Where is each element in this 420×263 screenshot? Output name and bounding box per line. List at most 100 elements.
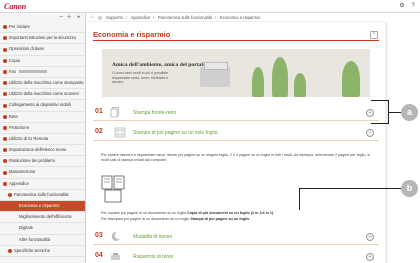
- section-multi-page[interactable]: 02 Stampa di più pagine su un solo fogli…: [93, 125, 379, 141]
- expand-toggle-icon[interactable]: +: [366, 233, 374, 241]
- bullet-icon: [3, 181, 7, 186]
- content-scrollbar[interactable]: [385, 22, 388, 263]
- print-line: Per stampare più pagine di un documento …: [101, 217, 381, 222]
- sidebar-tools: − + ◂: [0, 13, 85, 22]
- duplex-page-icon: [110, 107, 119, 118]
- sidebar-item-label: Panoramica sulle funzionalità: [14, 191, 69, 197]
- callout-b-line: [299, 188, 300, 210]
- copy-line: Per copiare più pagine di un documento s…: [101, 211, 381, 216]
- breadcrumb-item[interactable]: Panoramica sulle funzionalità: [158, 15, 212, 20]
- collapse-all-icon[interactable]: −: [59, 14, 63, 21]
- section-title[interactable]: Risparmio di toner: [133, 254, 174, 260]
- bullet-icon: [8, 193, 12, 197]
- sidebar-item[interactable]: Collegamento ai dispositivi mobili: [0, 100, 85, 112]
- sidebar-item-label: Collegamento ai dispositivi mobili: [9, 102, 71, 108]
- callout-a-line: [389, 112, 401, 113]
- bullet-icon: [3, 103, 7, 108]
- sidebar-item[interactable]: Appendice: [0, 179, 85, 190]
- sidebar-item[interactable]: Rete: [0, 112, 85, 123]
- breadcrumb-item[interactable]: Appendice: [130, 15, 150, 20]
- sidebar-item[interactable]: Utilizzo della macchina come stampante: [0, 78, 85, 90]
- section-title[interactable]: Modalità di riposo: [133, 234, 172, 240]
- section-title[interactable]: Stampa di più pagine su un solo foglio: [133, 130, 218, 136]
- bullet-icon: [3, 137, 7, 142]
- sidebar-item-label: Altre funzionalità: [19, 236, 50, 242]
- sidebar-item[interactable]: Miglioramento dell'efficienza: [0, 212, 85, 224]
- sidebar-item[interactable]: Utilizzo di IU Remota: [0, 134, 85, 146]
- sidebar-item[interactable]: Protezione: [0, 123, 85, 134]
- sidebar-item[interactable]: Copia: [0, 56, 85, 67]
- tree-illustration: [252, 67, 264, 97]
- collapse-toggle-icon[interactable]: −: [366, 129, 374, 137]
- copy-link[interactable]: Copia di più documenti su un foglio (2 i…: [187, 211, 273, 215]
- sidebar-item[interactable]: Importanti istruzioni per la sicurezza: [0, 33, 85, 45]
- callout-a-marker: a: [401, 104, 418, 121]
- breadcrumb: Supporto > Appendice > Panoramica sulle fu…: [106, 15, 261, 20]
- section-number: 01: [95, 108, 103, 115]
- home-icon[interactable]: ⌂: [91, 14, 94, 20]
- sidebar-item[interactable]: Panoramica sulle funzionalità: [0, 190, 85, 201]
- sidebar-item-label: Utilizzo della macchina come scanner: [9, 91, 80, 97]
- expand-all-icon[interactable]: +: [67, 14, 71, 21]
- banner-subtitle: Ci sono tanti modi in cui è possibile ri…: [112, 71, 169, 85]
- multi-page-icon: [114, 127, 126, 138]
- section-duplex[interactable]: 01 Stampa fronte-retro +: [93, 105, 379, 121]
- section-sleep-mode[interactable]: 03 Modalità di riposo +: [93, 229, 379, 245]
- sidebar-item-label: Impostazione dell'elenco menu: [9, 147, 67, 153]
- section-description: Per inviare davvero a risparmiare carta,…: [101, 153, 371, 162]
- sidebar-item[interactable]: Impostazione dell'elenco menu: [0, 145, 85, 157]
- print-line-text: Per stampare più pagine di un documento …: [101, 217, 190, 221]
- sidebar-item-label: Fax: [9, 68, 16, 74]
- print-link[interactable]: Stampa di più pagine su un foglio: [190, 217, 249, 221]
- redacted-text: [18, 70, 47, 74]
- sidebar-item[interactable]: Economia e risparmio: [0, 201, 85, 213]
- sidebar-item-label: Digitale: [19, 225, 33, 231]
- breadcrumb-item: Economia e risparmio: [219, 15, 261, 20]
- sidebar-toggle-icon[interactable]: ◂: [77, 14, 80, 21]
- sidebar-item[interactable]: Fax: [0, 67, 85, 78]
- print-icon[interactable]: ▤: [98, 15, 102, 20]
- sidebar-item[interactable]: Risoluzione dei problemi: [0, 156, 85, 168]
- sidebar-item-label: Economia e risparmio: [19, 203, 60, 208]
- tree-illustration: [294, 73, 306, 97]
- banner: Amica dell'ambiente, amica del portafogl…: [102, 49, 370, 97]
- section-toner-saving[interactable]: 04 Risparmio di toner +: [93, 249, 379, 263]
- bullet-icon: [3, 92, 7, 97]
- moon-icon: [111, 231, 120, 241]
- help-icon[interactable]: ?: [409, 2, 417, 10]
- copy-line-text: Per copiare più pagine di un documento s…: [101, 211, 187, 215]
- bullet-icon: [8, 248, 12, 253]
- bullet-icon: [3, 58, 7, 63]
- sidebar-item-label: Per iniziare: [9, 24, 30, 29]
- top-bar: Canon ⚙ ?: [0, 0, 420, 13]
- breadcrumb-item[interactable]: Supporto: [106, 15, 123, 20]
- sidebar-item[interactable]: Altre funzionalità: [0, 235, 85, 246]
- sidebar-item[interactable]: Utilizzo della macchina come scanner: [0, 89, 85, 101]
- bullet-icon: [3, 36, 7, 41]
- section-number: 04: [95, 252, 103, 259]
- canon-logo: Canon: [4, 2, 27, 11]
- expand-toggle-icon[interactable]: +: [366, 253, 374, 261]
- sidebar-item-label: Importanti istruzioni per la sicurezza: [9, 35, 76, 41]
- sidebar-item[interactable]: Operazioni di base: [0, 44, 85, 56]
- callout-b-line: [299, 188, 401, 189]
- sidebar-item-label: Protezione: [9, 124, 30, 130]
- scroll-top-button[interactable]: ^: [370, 31, 378, 39]
- callout-a-bracket: [371, 100, 389, 124]
- sidebar-item[interactable]: Specifiche tecniche: [0, 246, 85, 257]
- sidebar-item[interactable]: Digitale: [0, 223, 85, 235]
- gear-icon[interactable]: ⚙: [398, 2, 406, 10]
- sidebar-item-label: Appendice: [9, 180, 29, 186]
- sidebar-item-label: Copia: [9, 57, 20, 63]
- tree-illustration: [272, 57, 288, 97]
- sidebar-list: Per iniziare Importanti istruzioni per la…: [0, 22, 85, 257]
- section-number: 02: [95, 128, 103, 135]
- sidebar-item-label: Utilizzo della macchina come stampante: [9, 79, 84, 85]
- section-number: 03: [95, 232, 103, 239]
- sidebar-item[interactable]: Manutenzione: [0, 167, 85, 179]
- page-title: Economia e risparmio: [93, 30, 171, 39]
- sidebar-item-label: Manutenzione: [9, 169, 36, 175]
- sidebar: − + ◂ Per iniziare Importanti istruzioni …: [0, 13, 86, 263]
- sidebar-item[interactable]: Per iniziare: [0, 22, 85, 34]
- section-title[interactable]: Stampa fronte-retro: [133, 110, 176, 116]
